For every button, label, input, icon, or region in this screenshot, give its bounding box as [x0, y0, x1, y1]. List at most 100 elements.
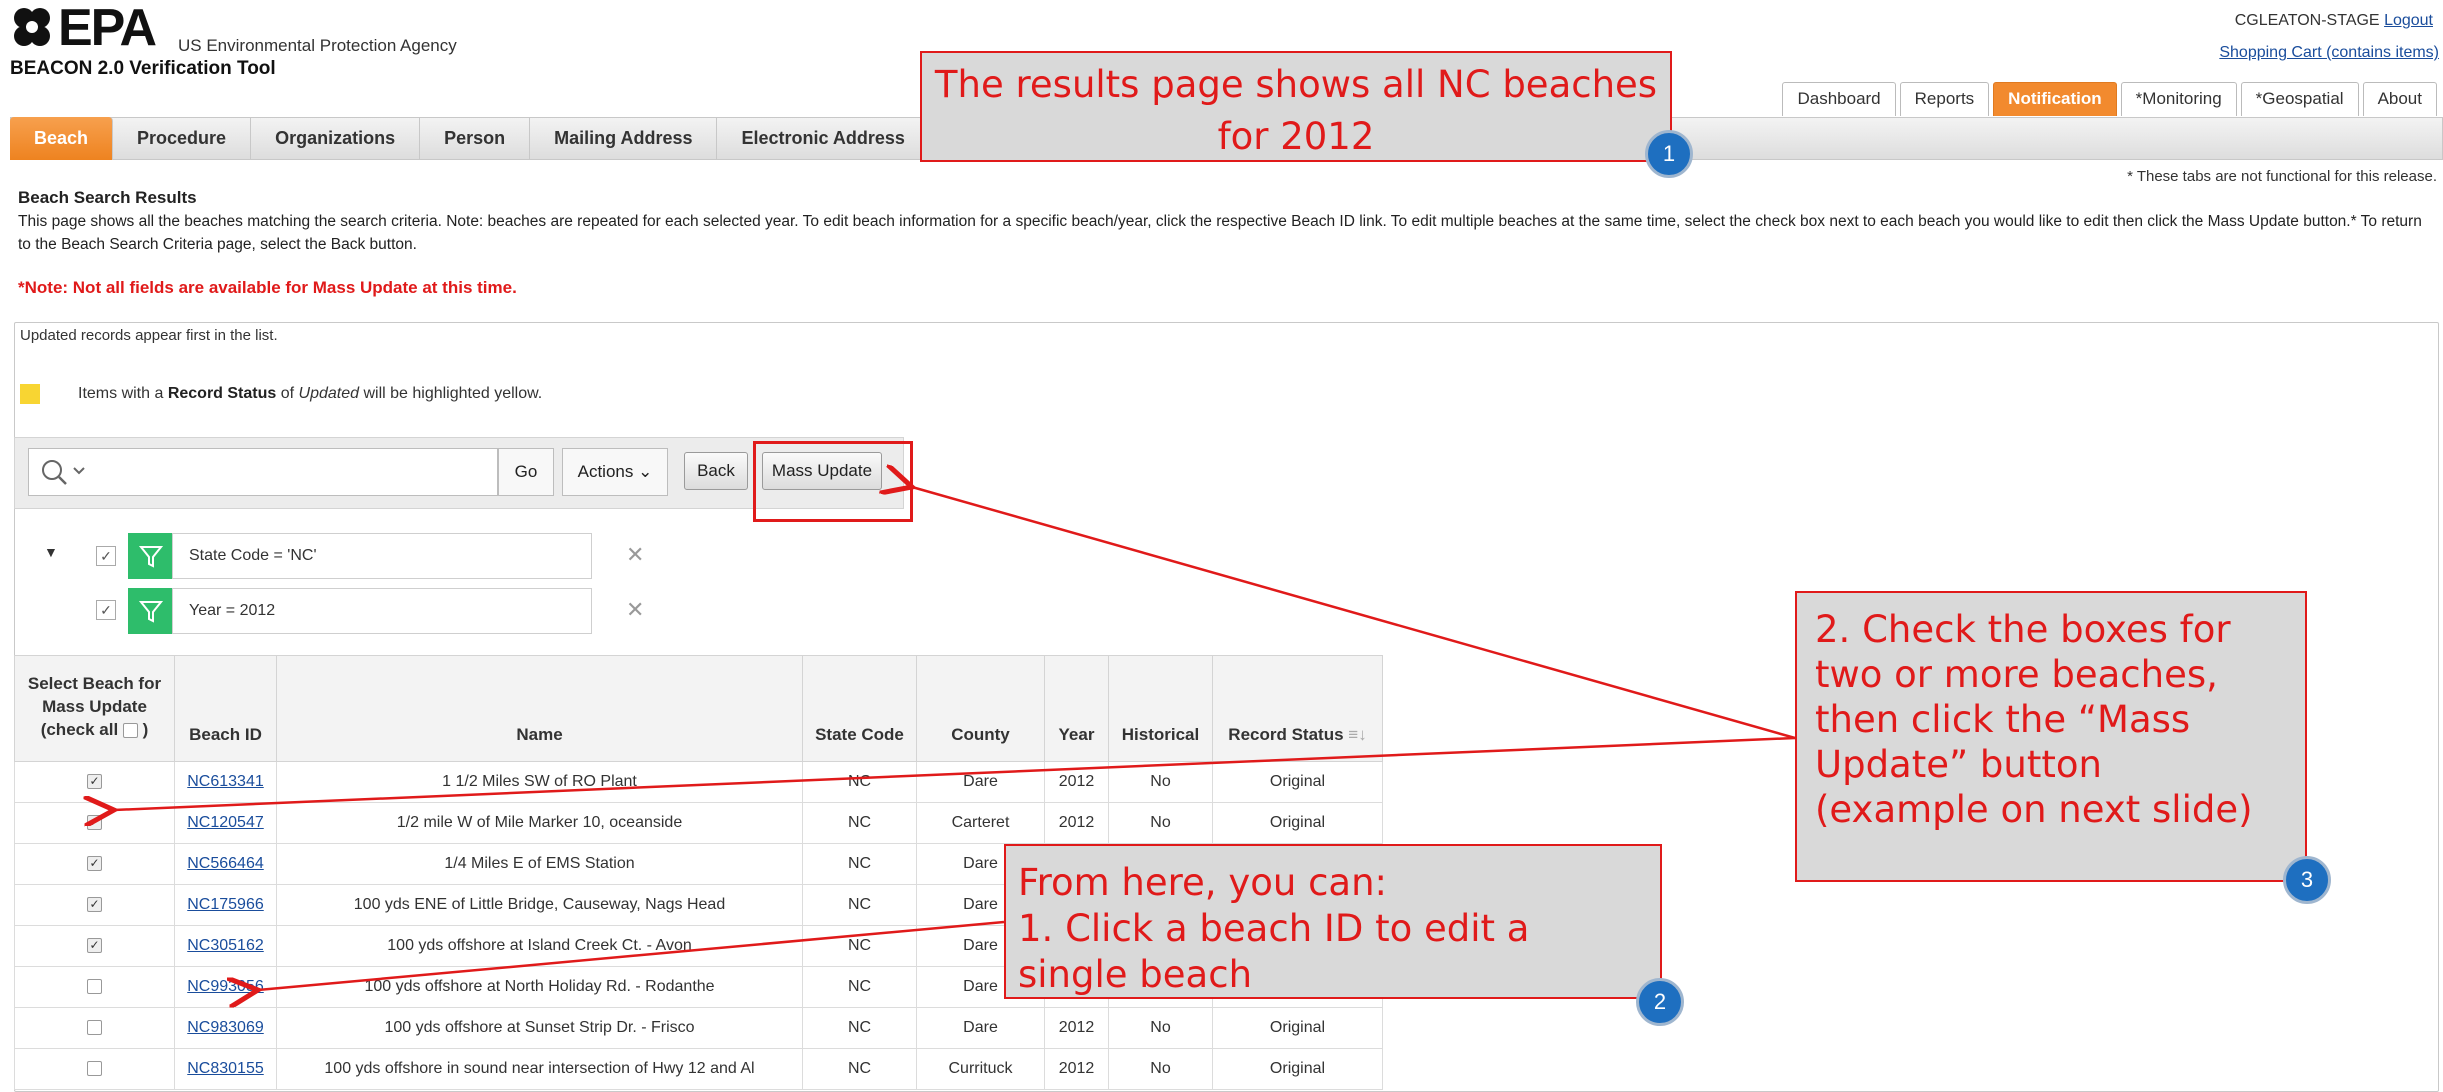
- state-code-cell: NC: [802, 925, 917, 967]
- column-header-year[interactable]: Year: [1044, 655, 1109, 762]
- mass-update-note: *Note: Not all fields are available for …: [18, 278, 517, 297]
- tool-name: BEACON 2.0 Verification Tool: [10, 58, 276, 79]
- beach-id-cell: NC830155: [174, 1048, 277, 1090]
- tab-about[interactable]: About: [2362, 82, 2437, 116]
- county-cell: Dare: [916, 1007, 1045, 1049]
- row-select-checkbox[interactable]: ✓: [87, 856, 102, 872]
- nav-tab-procedure[interactable]: Procedure: [113, 117, 252, 160]
- select-column-header: Select Beach for Mass Update (check all …: [14, 655, 175, 762]
- historical-cell: No: [1108, 761, 1213, 803]
- row-select-checkbox[interactable]: ✓: [87, 774, 102, 790]
- nav-tab-person[interactable]: Person: [420, 117, 531, 160]
- updated-note: Updated records appear first in the list…: [20, 327, 278, 344]
- year-cell: 2012: [1044, 761, 1109, 803]
- tab-monitoring[interactable]: *Monitoring: [2120, 82, 2237, 116]
- select-cell: ✓: [14, 802, 175, 844]
- beach-id-link[interactable]: NC305162: [187, 937, 264, 954]
- state-code-cell: NC: [802, 1048, 917, 1090]
- year-cell: 2012: [1044, 1048, 1109, 1090]
- beach-id-link[interactable]: NC175966: [187, 896, 264, 913]
- beach-id-cell: NC305162: [174, 925, 277, 967]
- select-cell: [14, 1007, 175, 1049]
- nav-tab-organizations[interactable]: Organizations: [251, 117, 421, 160]
- record-status-cell: Original: [1212, 1048, 1383, 1090]
- nav-tab-electronic-address[interactable]: Electronic Address: [717, 117, 930, 160]
- beach-id-link[interactable]: NC120547: [187, 814, 264, 831]
- beach-name-cell: 100 yds offshore at Island Creek Ct. - A…: [276, 925, 803, 967]
- search-column-selector[interactable]: [36, 454, 104, 490]
- step-badge-1: 1: [1645, 130, 1693, 178]
- user-info: CGLEATON-STAGE Logout: [2235, 12, 2433, 30]
- select-cell: [14, 1048, 175, 1090]
- select-cell: ✓: [14, 884, 175, 926]
- callout-edit-single: From here, you can: 1. Click a beach ID …: [1004, 844, 1662, 999]
- state-code-cell: NC: [802, 843, 917, 885]
- remove-filter-icon[interactable]: ✕: [626, 597, 644, 623]
- remove-filter-icon[interactable]: ✕: [626, 542, 644, 568]
- record-status-cell: Original: [1212, 761, 1383, 803]
- legend-yellow-swatch: [20, 384, 40, 404]
- column-header-state-code[interactable]: State Code: [802, 655, 917, 762]
- beach-id-link[interactable]: NC983069: [187, 1019, 264, 1036]
- row-select-checkbox[interactable]: ✓: [87, 938, 102, 954]
- column-header-county[interactable]: County: [916, 655, 1045, 762]
- select-cell: ✓: [14, 761, 175, 803]
- table-row: NC830155 100 yds offshore in sound near i…: [14, 1048, 1383, 1090]
- agency-name: US Environmental Protection Agency: [178, 36, 457, 55]
- tab-geospatial[interactable]: *Geospatial: [2240, 82, 2359, 116]
- back-button[interactable]: Back: [684, 452, 748, 490]
- beach-id-link[interactable]: NC993056: [187, 978, 264, 995]
- beach-id-link[interactable]: NC566464: [187, 855, 264, 872]
- row-select-checkbox[interactable]: ✓: [87, 897, 102, 913]
- nav-tab-beach[interactable]: Beach: [10, 117, 114, 160]
- shopping-cart-link[interactable]: Shopping Cart (contains items): [2219, 44, 2439, 62]
- logout-link[interactable]: Logout: [2384, 12, 2433, 29]
- check-all-checkbox[interactable]: [122, 723, 138, 739]
- filter-state-code[interactable]: State Code = 'NC': [172, 533, 592, 579]
- county-cell: Dare: [916, 761, 1045, 803]
- row-select-checkbox[interactable]: [87, 1061, 102, 1077]
- legend-text: Items with a Record Status of Updated wi…: [78, 385, 543, 402]
- row-select-checkbox[interactable]: ✓: [87, 815, 102, 831]
- row-select-checkbox[interactable]: [87, 1020, 102, 1036]
- chevron-down-icon: ⌄: [638, 462, 653, 481]
- beach-id-cell: NC120547: [174, 802, 277, 844]
- filter-toggle-checkbox[interactable]: ✓: [96, 546, 116, 566]
- filter-collapse-icon[interactable]: ▼: [44, 544, 58, 560]
- state-code-cell: NC: [802, 802, 917, 844]
- tab-reports[interactable]: Reports: [1899, 82, 1990, 116]
- historical-cell: No: [1108, 1048, 1213, 1090]
- filter-year[interactable]: Year = 2012: [172, 588, 592, 634]
- nav-tab-mailing-address[interactable]: Mailing Address: [530, 117, 718, 160]
- beach-id-cell: NC993056: [174, 966, 277, 1008]
- column-header-name[interactable]: Name: [276, 655, 803, 762]
- beach-name-cell: 100 yds offshore at North Holiday Rd. - …: [276, 966, 803, 1008]
- tab-dashboard[interactable]: Dashboard: [1782, 82, 1896, 116]
- beach-name-cell: 100 yds offshore in sound near intersect…: [276, 1048, 803, 1090]
- page-description: This page shows all the beaches matching…: [18, 213, 2422, 253]
- nav-tabs: Beach Procedure Organizations Person Mai…: [10, 117, 930, 160]
- go-button[interactable]: Go: [498, 448, 554, 496]
- mass-update-highlight: [753, 441, 913, 522]
- actions-menu-button[interactable]: Actions ⌄: [562, 448, 668, 496]
- sort-icon: ≡↓: [1348, 725, 1367, 744]
- state-code-cell: NC: [802, 966, 917, 1008]
- column-header-beach-id[interactable]: Beach ID: [174, 655, 277, 762]
- beach-id-link[interactable]: NC613341: [187, 773, 264, 790]
- table-row: ✓ NC613341 1 1/2 Miles SW of RO Plant NC Dar…: [14, 761, 1383, 803]
- select-cell: [14, 966, 175, 1008]
- beach-id-cell: NC613341: [174, 761, 277, 803]
- top-tabs: Dashboard Reports Notification *Monitori…: [1782, 82, 2437, 116]
- column-header-historical[interactable]: Historical: [1108, 655, 1213, 762]
- beach-name-cell: 1 1/2 Miles SW of RO Plant: [276, 761, 803, 803]
- tab-notification[interactable]: Notification: [1993, 82, 2117, 116]
- state-code-cell: NC: [802, 1007, 917, 1049]
- row-select-checkbox[interactable]: [87, 979, 102, 995]
- beach-id-link[interactable]: NC830155: [187, 1060, 264, 1077]
- county-cell: Currituck: [916, 1048, 1045, 1090]
- column-header-record-status[interactable]: Record Status ≡↓: [1212, 655, 1383, 762]
- record-status-cell: Original: [1212, 802, 1383, 844]
- year-cell: 2012: [1044, 802, 1109, 844]
- filter-toggle-checkbox[interactable]: ✓: [96, 600, 116, 620]
- beach-name-cell: 1/2 mile W of Mile Marker 10, oceanside: [276, 802, 803, 844]
